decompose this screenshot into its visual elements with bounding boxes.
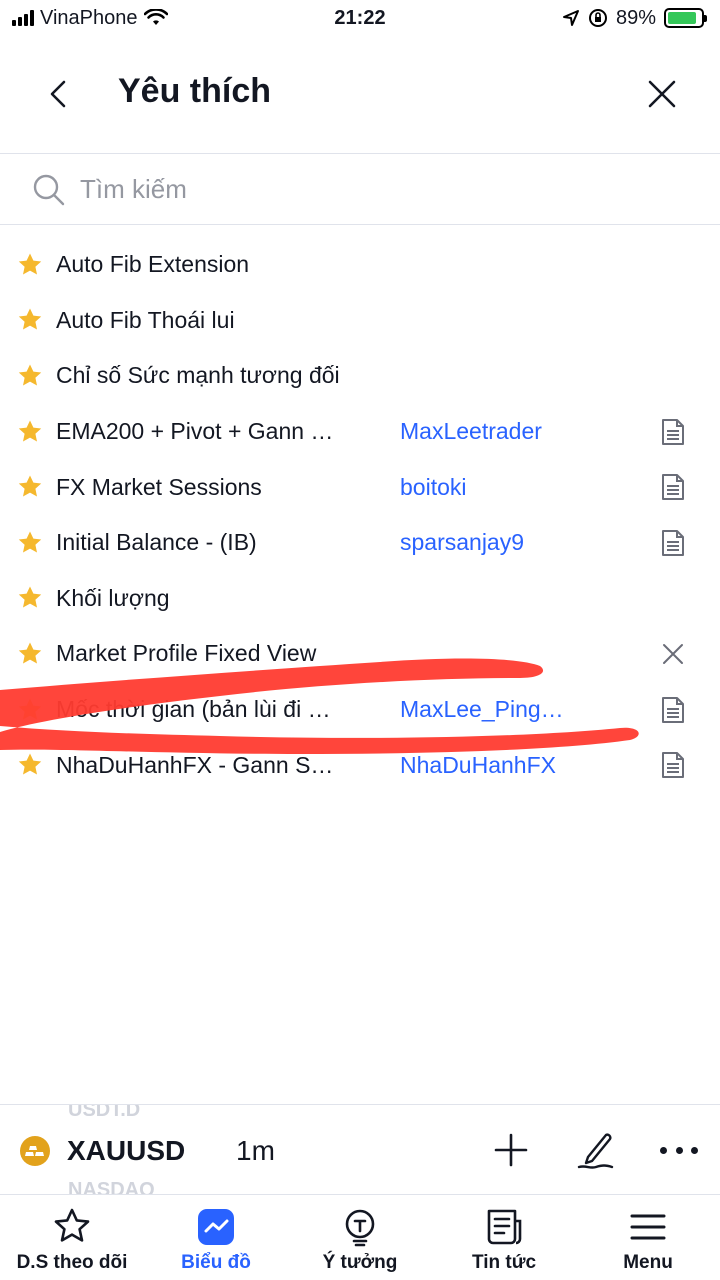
symbol-name[interactable]: XAUUSD [67,1135,185,1167]
ghost-symbol-top: USDT.D [68,1104,141,1121]
more-button[interactable] [660,1135,698,1165]
favorite-item-name: Auto Fib Extension [56,251,250,278]
star-icon[interactable] [16,251,44,279]
header: Yêu thích [0,36,720,154]
tab-menu[interactable]: Menu [576,1195,720,1280]
search-icon [33,174,65,205]
tab-star[interactable]: D.S theo dõi [0,1195,144,1280]
star-icon[interactable] [16,529,44,557]
favorite-item-name: Auto Fib Thoái lui [56,306,235,333]
star-icon[interactable] [16,640,44,668]
tab-news[interactable]: Tin tức [432,1195,576,1280]
favorite-item-name: Chỉ số Sức mạnh tương đối [56,362,340,389]
search-input[interactable] [80,174,640,205]
star-icon[interactable] [16,751,44,779]
favorite-item-name: FX Market Sessions [56,473,262,500]
tab-label: Menu [623,1252,673,1273]
favorites-list: Auto Fib Extension Auto Fib Thoái lui Chỉ … [0,237,720,793]
status-left: VinaPhone [12,7,168,30]
tab-chart[interactable]: Biểu đồ [144,1195,288,1280]
document-icon[interactable] [660,473,686,501]
gold-bars-icon [20,1136,50,1166]
favorite-item-author-link[interactable]: MaxLeetrader [400,418,542,445]
favorite-item-author-link[interactable]: MaxLee_Ping… [400,696,564,723]
star-icon[interactable] [16,362,44,390]
favorite-item-author-link[interactable]: NhaDuHanhFX [400,752,556,779]
favorite-item[interactable]: Chỉ số Sức mạnh tương đối [0,348,720,404]
star-icon[interactable] [16,418,44,446]
page-title: Yêu thích [118,72,272,110]
favorite-item-name: NhaDuHanhFX - Gann S… [56,751,334,778]
close-button[interactable] [644,76,680,112]
favorite-item[interactable]: NhaDuHanhFX - Gann S… NhaDuHanhFX [0,737,720,793]
remove-icon[interactable] [660,640,686,668]
battery-percent: 89% [615,6,656,29]
favorite-item-name: Mốc thời gian (bản lùi đi … [56,696,331,723]
document-icon[interactable] [660,751,686,779]
lightbulb-icon [345,1209,375,1247]
star-icon[interactable] [16,696,44,724]
favorite-item[interactable]: Market Profile Fixed View [0,626,720,682]
tab-label: D.S theo dõi [16,1252,128,1273]
tab-label: Tin tức [471,1252,537,1273]
favorite-item[interactable]: Initial Balance - (IB) sparsanjay9 [0,515,720,571]
favorite-item-author-link[interactable]: sparsanjay9 [400,529,524,556]
favorite-item-name: Khối lượng [56,584,170,611]
favorite-item-name: EMA200 + Pivot + Gann … [56,418,334,445]
document-icon[interactable] [660,696,686,724]
add-button[interactable] [494,1133,528,1167]
star-icon[interactable] [16,306,44,334]
battery-icon [664,8,707,28]
star-icon [54,1208,90,1242]
star-icon[interactable] [16,584,44,612]
carrier-label: VinaPhone [40,6,138,29]
favorite-item[interactable]: Khối lượng [0,571,720,627]
favorite-item[interactable]: Mốc thời gian (bản lùi đi … MaxLee_Ping… [0,682,720,738]
tab-bar: D.S theo dõi Biểu đồ Ý tưởng Tin tức Menu [0,1194,720,1280]
document-icon[interactable] [660,529,686,557]
status-bar: VinaPhone 21:22 89% [0,0,720,36]
favorite-item-name: Initial Balance - (IB) [56,529,257,556]
tab-lightbulb[interactable]: Ý tưởng [288,1195,432,1280]
favorite-item-name: Market Profile Fixed View [56,640,317,667]
tab-label: Ý tưởng [322,1252,398,1273]
news-icon [487,1209,522,1245]
tab-label: Biểu đồ [181,1252,251,1273]
location-icon [562,10,579,26]
drawing-tool-button[interactable] [576,1129,616,1171]
document-icon[interactable] [660,418,686,446]
chart-toolbar: USDT.D NASDAQ XAUUSD 1m [0,1104,720,1194]
star-icon[interactable] [16,473,44,501]
favorite-item[interactable]: FX Market Sessions boitoki [0,459,720,515]
battery-fill [668,12,697,24]
orientation-lock-icon [588,9,607,27]
search-bar [0,155,720,225]
favorite-item[interactable]: Auto Fib Extension [0,237,720,293]
ghost-symbol-bottom: NASDAQ [68,1179,155,1194]
signal-icon [12,10,34,26]
favorite-item[interactable]: Auto Fib Thoái lui [0,293,720,349]
back-button[interactable] [40,76,76,112]
interval-selector[interactable]: 1m [236,1135,275,1167]
status-right: 89% [562,6,707,30]
wifi-icon [143,9,168,25]
chart-icon [198,1209,234,1245]
favorite-item-author-link[interactable]: boitoki [400,474,466,501]
favorite-item[interactable]: EMA200 + Pivot + Gann … MaxLeetrader [0,404,720,460]
menu-icon [630,1214,666,1240]
